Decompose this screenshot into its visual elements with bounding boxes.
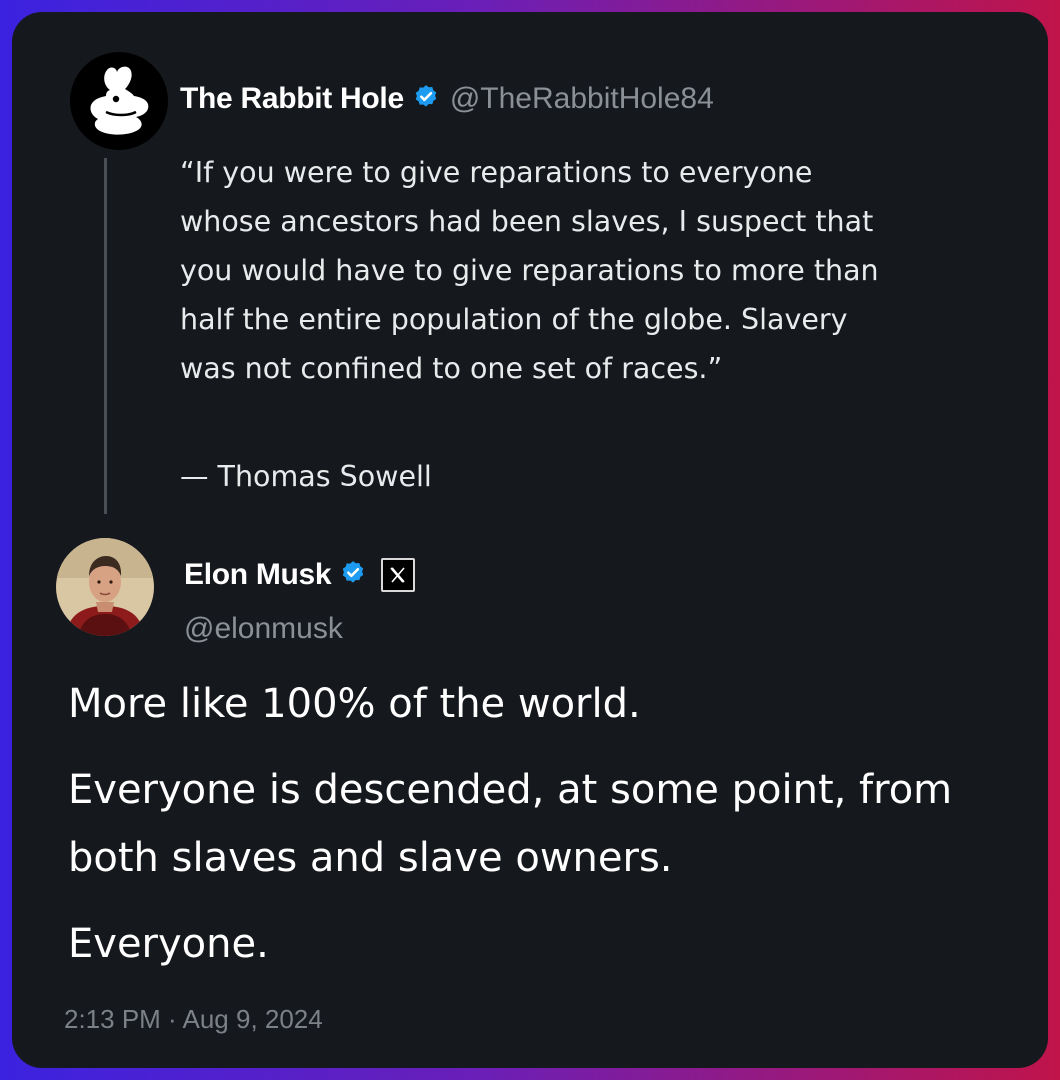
quoted-post-text: “If you were to give reparations to ever… [180,156,879,385]
post-header: Elon Musk [184,558,416,592]
quoted-author-name[interactable]: The Rabbit Hole [180,82,404,116]
post-paragraph: Everyone is descended, at some point, fr… [68,767,953,881]
post-paragraph: Everyone. [68,921,269,967]
rabbit-icon [90,66,149,135]
verified-badge-icon [412,83,440,115]
rabbit-hole-avatar[interactable] [70,52,168,150]
post-timestamp[interactable]: 2:13 PM · Aug 9, 2024 [64,1004,323,1035]
quote-attribution: — Thomas Sowell [180,460,432,493]
quoted-post-header: The Rabbit Hole @TheRabbitHole84 [180,82,714,116]
author-name[interactable]: Elon Musk [184,558,332,592]
verified-badge-icon [339,559,367,591]
elon-musk-avatar[interactable] [56,538,154,636]
thread-connector-line [104,158,107,514]
post-card: The Rabbit Hole @TheRabbitHole84 “If you… [12,12,1048,1068]
post-paragraph: More like 100% of the world. [68,681,641,727]
x-logo-icon[interactable] [381,558,416,592]
quoted-author-handle[interactable]: @TheRabbitHole84 [450,82,714,116]
author-handle[interactable]: @elonmusk [184,612,343,646]
